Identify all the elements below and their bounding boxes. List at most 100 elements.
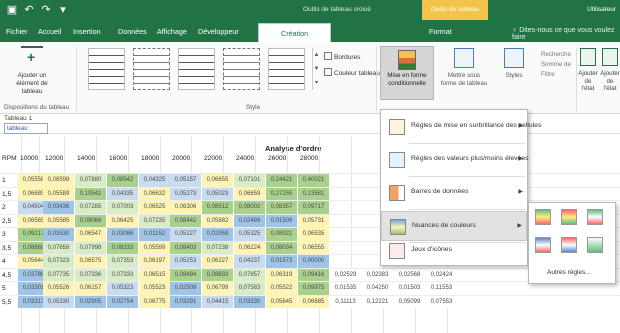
table-cell[interactable]: 0,01535	[330, 282, 361, 295]
table-cell[interactable]: 0,02489	[234, 214, 265, 227]
column-header[interactable]: 26000	[268, 155, 286, 162]
table-cell[interactable]: 0,05523	[139, 282, 170, 295]
undo-icon[interactable]: ↶	[23, 3, 35, 16]
table-cell[interactable]: 0,07003	[107, 201, 138, 214]
table-cell[interactable]: 0,07333	[107, 268, 138, 281]
table-cell[interactable]: 0,00000	[298, 255, 329, 268]
table-cell[interactable]: 0,05585	[43, 214, 74, 227]
table-cell[interactable]: 0,11113	[330, 295, 361, 308]
table-cell[interactable]: 0,06535	[298, 228, 329, 241]
more-rules-link[interactable]: Autres règles...	[547, 269, 591, 276]
table-cell[interactable]: 0,05099	[394, 295, 425, 308]
table-cell[interactable]: 0,09068	[75, 214, 106, 227]
row-header[interactable]: 1	[2, 177, 6, 184]
chevron-down-icon[interactable]: ▼	[313, 62, 320, 76]
table-cell[interactable]: 0,09416	[298, 268, 329, 281]
sum-option[interactable]: Somme de	[541, 60, 571, 70]
tab-creation[interactable]: Création	[258, 23, 332, 42]
table-cell[interactable]: 0,07238	[202, 241, 233, 254]
table-cell[interactable]: 0,05325	[234, 228, 265, 241]
table-cell[interactable]: 0,06157	[75, 282, 106, 295]
table-cell[interactable]: 0,05599	[139, 241, 170, 254]
filter-option[interactable]: Filtre	[541, 70, 571, 80]
table-style-swatch[interactable]	[223, 48, 260, 90]
row-header[interactable]: 5	[2, 285, 6, 292]
table-cell[interactable]: 0,03291	[170, 295, 201, 308]
table-name-field[interactable]: tableau	[4, 123, 48, 134]
column-header[interactable]: 22000	[204, 155, 222, 162]
table-cell[interactable]: 0,05157	[170, 174, 201, 187]
table-cell[interactable]: 0,02383	[362, 268, 393, 281]
color-scale-red-white-blue[interactable]	[561, 237, 577, 253]
tab-format[interactable]: Format	[429, 27, 452, 36]
table-cell[interactable]: 0,05330	[43, 295, 74, 308]
menu-item-highlight-rules[interactable]: Règles de mise en surbrillance des cellu…	[381, 112, 541, 142]
color-scale-white-green[interactable]	[587, 237, 603, 253]
column-header[interactable]: 12000	[45, 155, 63, 162]
cell-styles-button[interactable]: Styles	[492, 46, 536, 80]
row-header[interactable]: 4	[2, 258, 6, 265]
table-cell[interactable]: 0,05526	[43, 282, 74, 295]
table-cell[interactable]: 0,07998	[75, 241, 106, 254]
column-header[interactable]: 18000	[141, 155, 159, 162]
table-cell[interactable]: 0,06775	[139, 295, 170, 308]
tab-affichage[interactable]: Affichage	[157, 27, 187, 36]
fill-option[interactable]: Couleur tableau	[324, 68, 380, 77]
table-cell[interactable]: 0,05253	[170, 255, 201, 268]
table-cell[interactable]: 0,01152	[139, 228, 170, 241]
table-cell[interactable]: 0,08442	[170, 214, 201, 227]
table-cell[interactable]: 0,06425	[107, 214, 138, 227]
redo-icon[interactable]: ↷	[40, 3, 52, 16]
table-cell[interactable]: 0,03530	[43, 228, 74, 241]
add-table-element-button[interactable]: Ajouter un élément de tableau	[8, 46, 56, 102]
column-header[interactable]: 24000	[236, 155, 254, 162]
table-cell[interactable]: 0,06227	[202, 255, 233, 268]
table-cell[interactable]: 0,07658	[43, 241, 74, 254]
table-cell[interactable]: 0,05273	[170, 187, 201, 200]
table-cell[interactable]: 0,24421	[266, 174, 297, 187]
table-style-swatch[interactable]	[178, 48, 215, 90]
search-option[interactable]: Recherche	[541, 50, 571, 60]
table-cell[interactable]: 0,03086	[107, 228, 138, 241]
table-cell[interactable]: 0,06525	[139, 201, 170, 214]
table-cell[interactable]: 0,06575	[75, 255, 106, 268]
conditional-formatting-button[interactable]: Mise en forme conditionnelle	[380, 46, 434, 100]
table-cell[interactable]: 0,03436	[43, 201, 74, 214]
column-header[interactable]: 28000	[300, 155, 318, 162]
borders-option[interactable]: Bordures	[324, 52, 360, 61]
table-cell[interactable]: 0,12221	[362, 295, 393, 308]
table-cell[interactable]: 0,06197	[139, 255, 170, 268]
tab-developpeur[interactable]: Développeur	[198, 27, 239, 36]
table-cell[interactable]: 0,08512	[202, 201, 233, 214]
tell-me-search[interactable]: ♀ Dites-nous ce que vous voulez faire	[512, 27, 620, 41]
format-as-table-button[interactable]: Mettre sous forme de tableau	[440, 46, 488, 87]
table-cell[interactable]: 0,06306	[170, 201, 201, 214]
tab-donnees[interactable]: Données	[118, 27, 147, 36]
row-header[interactable]: 3	[2, 231, 6, 238]
table-cell[interactable]: 0,02905	[75, 295, 106, 308]
table-cell[interactable]: 0,06547	[75, 228, 106, 241]
table-cell[interactable]: 0,07101	[234, 174, 265, 187]
gallery-scroll[interactable]: ▲ ▼ ▾	[312, 48, 320, 90]
add-state-button-2[interactable]: Ajouter de l'état	[600, 46, 620, 93]
table-cell[interactable]: 0,13581	[298, 187, 329, 200]
color-scale-red-yellow-green[interactable]	[561, 209, 577, 225]
table-cell[interactable]: 0,04415	[202, 295, 233, 308]
table-cell[interactable]: 0,07323	[43, 255, 74, 268]
table-cell[interactable]: 0,08333	[107, 241, 138, 254]
more-styles-icon[interactable]: ▾	[313, 76, 320, 90]
table-cell[interactable]: 0,07336	[75, 268, 106, 281]
table-cell[interactable]: 0,07735	[43, 268, 74, 281]
table-cell[interactable]: 0,06555	[298, 241, 329, 254]
table-cell[interactable]: 0,04335	[107, 187, 138, 200]
table-cell[interactable]: 0,05882	[202, 214, 233, 227]
column-header[interactable]: 14000	[77, 155, 95, 162]
color-scale-green-white-red[interactable]	[587, 209, 603, 225]
chevron-up-icon[interactable]: ▲	[313, 48, 320, 62]
table-cell[interactable]: 0,07583	[234, 282, 265, 295]
table-cell[interactable]: 0,04237	[234, 255, 265, 268]
row-header[interactable]: 2	[2, 204, 6, 211]
column-header[interactable]: 20000	[172, 155, 190, 162]
table-cell[interactable]: 0,11553	[426, 282, 457, 295]
table-cell[interactable]: 0,02424	[426, 268, 457, 281]
